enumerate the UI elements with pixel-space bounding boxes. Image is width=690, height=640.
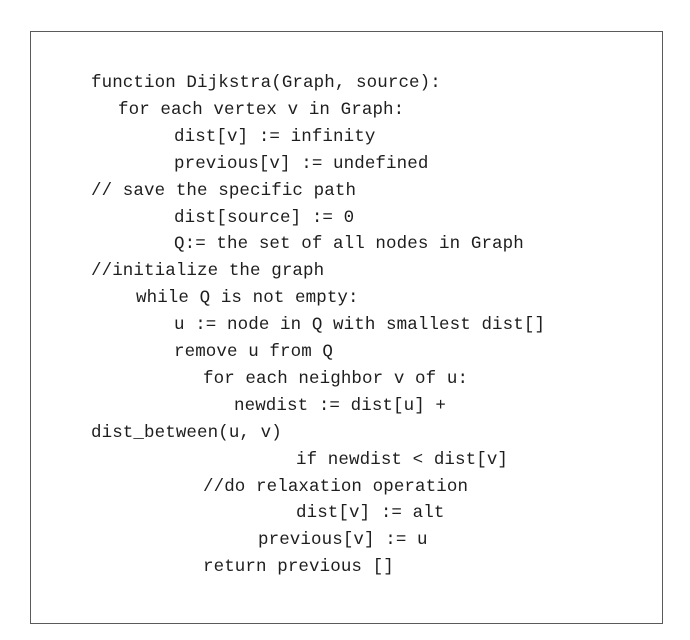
code-line: previous[v] := u — [258, 530, 428, 551]
code-line: function Dijkstra(Graph, source): — [91, 73, 441, 93]
code-line: newdist := dist[u] + — [234, 395, 447, 416]
code-line: dist[source] := 0 — [174, 207, 355, 228]
code-line: // save the specific path — [91, 180, 357, 201]
code-line: u := node in Q with smallest dist[] — [174, 315, 546, 336]
code-line: return previous [] — [203, 557, 394, 578]
code-line: //do relaxation operation — [203, 476, 469, 497]
code-line: for each vertex v in Graph: — [118, 99, 405, 120]
code-line: dist[v] := infinity — [174, 126, 376, 147]
code-line: //initialize the graph — [91, 261, 325, 282]
code-line: Q:= the set of all nodes in Graph — [174, 234, 524, 255]
code-line: for each neighbor v of u: — [203, 368, 469, 389]
code-line: dist[v] := alt — [296, 503, 445, 524]
code-line: remove u from Q — [174, 342, 334, 362]
code-line: if newdist < dist[v] — [296, 449, 509, 470]
pseudocode-box: function Dijkstra(Graph, source): for eac… — [30, 31, 663, 624]
code-line: previous[v] := undefined — [174, 153, 429, 174]
code-line: while Q is not empty: — [136, 288, 359, 309]
code-line: dist_between(u, v) — [91, 422, 282, 443]
